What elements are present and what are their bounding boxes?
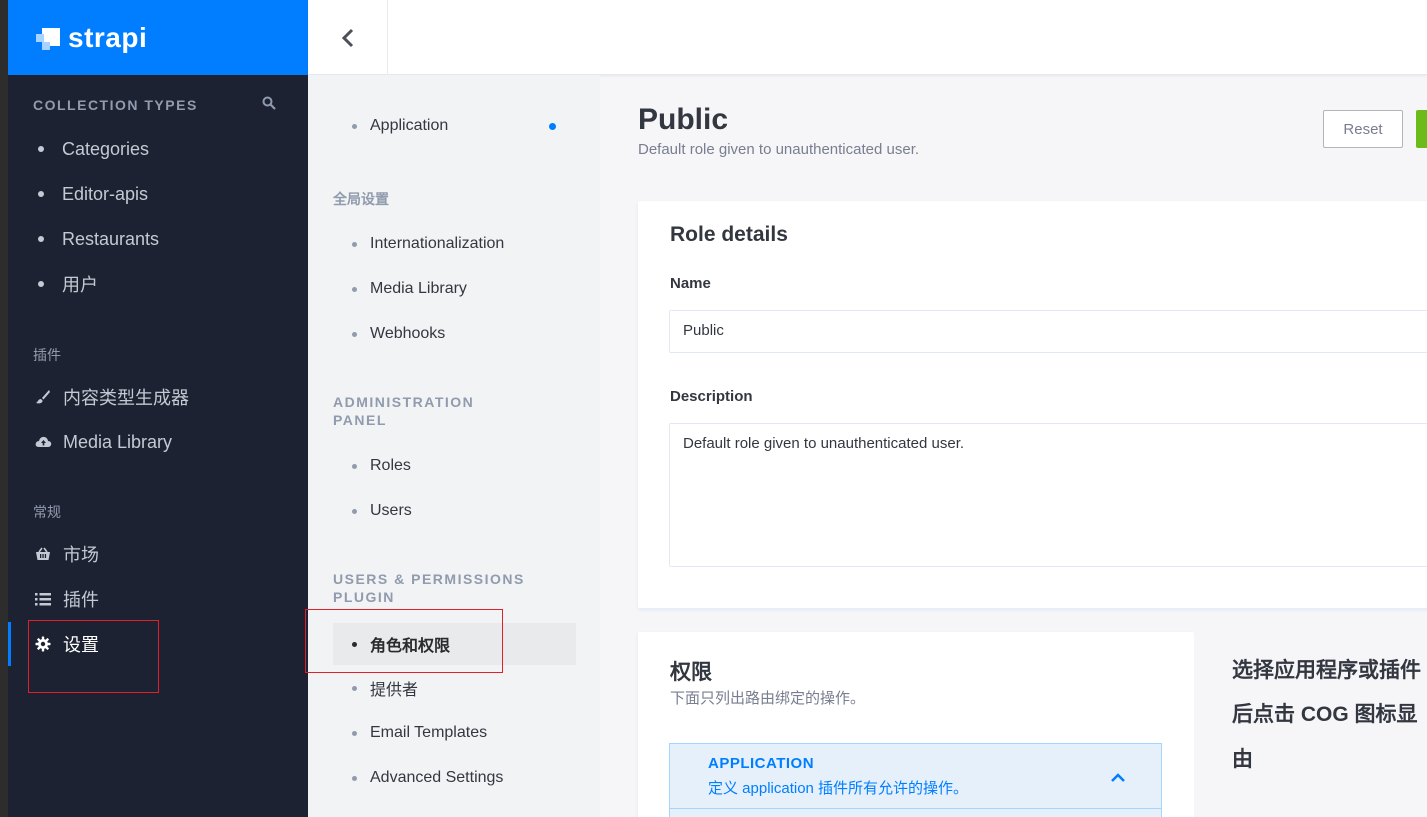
shopping-basket-icon (33, 544, 53, 564)
chevron-left-icon (341, 28, 353, 47)
brand-header[interactable]: strapi (8, 0, 308, 75)
sidebar-item-media-library[interactable]: Media Library (33, 427, 172, 457)
bullet-icon (38, 146, 44, 152)
highlight-box-settings (28, 620, 159, 693)
submenu-item-roles[interactable]: Roles (333, 446, 576, 486)
submenu-item-advanced-settings[interactable]: Advanced Settings (333, 758, 576, 798)
sidebar-item-label: Restaurants (62, 228, 160, 249)
accordion-description: 定义 application 插件所有允许的操作。 (708, 780, 969, 797)
submenu-item-label: Email Templates (370, 724, 488, 741)
top-header (308, 0, 1427, 75)
heading-line: USERS & PERMISSIONS (333, 571, 525, 587)
name-input[interactable]: Public (669, 310, 1427, 353)
sidebar-item-label: 市场 (63, 545, 99, 565)
strapi-logo-icon (34, 24, 62, 52)
sidebar-item-categories[interactable]: Categories (33, 134, 149, 164)
permissions-help-panel: 选择应用程序或插件 后点击 COG 图标显 由 (1194, 632, 1427, 817)
submenu-item-label: Application (370, 117, 449, 134)
bullet-icon (352, 730, 357, 736)
divider (670, 808, 1161, 809)
active-indicator (8, 622, 11, 666)
submenu-item-media-library[interactable]: Media Library (333, 269, 576, 309)
sidebar-item-label: 内容类型生成器 (63, 388, 189, 408)
submenu-item-email-templates[interactable]: Email Templates (333, 713, 576, 753)
users-permissions-heading: USERS & PERMISSIONS PLUGIN (333, 570, 525, 606)
sidebar-item-label: 用户 (62, 275, 98, 295)
submenu-item-label: Roles (370, 457, 411, 474)
description-label: Description (670, 388, 753, 405)
brush-icon (33, 387, 53, 407)
bullet-icon (352, 286, 357, 292)
role-details-title: Role details (670, 223, 788, 246)
sidebar-item-label: Categories (62, 138, 150, 159)
sidebar-item-restaurants[interactable]: Restaurants (33, 224, 159, 254)
notification-dot (549, 123, 556, 130)
main-sidebar: strapi COLLECTION TYPES Categories Edito… (8, 0, 308, 817)
help-text-line: 由 (1232, 748, 1253, 771)
role-details-card: Role details Name Public Description Def… (638, 201, 1427, 608)
back-button[interactable] (308, 0, 388, 75)
collection-types-heading: COLLECTION TYPES (33, 97, 198, 113)
cloud-upload-icon (33, 432, 53, 452)
highlight-box-roles-permissions (305, 609, 503, 673)
name-label: Name (670, 275, 711, 292)
submenu-item-label: Webhooks (370, 325, 446, 342)
submenu-item-label: 提供者 (370, 682, 419, 699)
bullet-icon (352, 775, 357, 781)
permissions-title: 权限 (670, 661, 712, 684)
page-subtitle: Default role given to unauthenticated us… (638, 141, 920, 158)
accordion-title: APPLICATION (708, 755, 815, 772)
global-settings-heading: 全局设置 (333, 191, 389, 207)
heading-line: PANEL (333, 412, 387, 428)
submenu-item-label: Media Library (370, 280, 467, 297)
bullet-icon (352, 241, 357, 247)
admin-panel-heading: ADMINISTRATION PANEL (333, 393, 474, 429)
sidebar-item-marketplace[interactable]: 市场 (33, 539, 99, 569)
heading-line: ADMINISTRATION (333, 394, 475, 410)
settings-submenu: Application 全局设置 Internationalization Me… (308, 75, 600, 817)
page-title: Public (638, 103, 729, 136)
plugins-heading: 插件 (33, 347, 61, 363)
bullet-icon (38, 281, 44, 287)
submenu-item-label: Users (370, 502, 412, 519)
sidebar-item-label: 插件 (63, 590, 99, 610)
sidebar-item-content-type-builder[interactable]: 内容类型生成器 (33, 382, 189, 412)
heading-line: PLUGIN (333, 589, 395, 605)
application-accordion[interactable]: APPLICATION 定义 application 插件所有允许的操作。 (669, 743, 1162, 817)
save-button[interactable] (1416, 110, 1427, 148)
submenu-item-providers[interactable]: 提供者 (333, 668, 576, 708)
list-icon (33, 589, 53, 609)
sidebar-item-editor-apis[interactable]: Editor-apis (33, 179, 148, 209)
bullet-icon (352, 685, 357, 691)
brand-name: strapi (68, 21, 148, 53)
sidebar-item-users[interactable]: 用户 (33, 269, 98, 299)
sidebar-item-label: Editor-apis (62, 183, 149, 204)
help-text-line: 后点击 COG 图标显 (1232, 703, 1418, 726)
submenu-item-application[interactable]: Application (333, 106, 576, 146)
description-textarea[interactable]: Default role given to unauthenticated us… (669, 423, 1427, 567)
search-icon[interactable] (262, 96, 276, 110)
bullet-icon (352, 508, 357, 514)
bullet-icon (352, 123, 357, 129)
window-edge (0, 0, 8, 817)
submenu-item-internationalization[interactable]: Internationalization (333, 224, 576, 264)
help-text-line: 选择应用程序或插件 (1232, 659, 1421, 682)
sidebar-item-label: Media Library (63, 431, 173, 452)
general-heading: 常规 (33, 504, 61, 520)
main-content: Public Default role given to unauthentic… (600, 75, 1427, 817)
bullet-icon (38, 236, 44, 242)
sidebar-item-plugins[interactable]: 插件 (33, 584, 99, 614)
permissions-card: 权限 下面只列出路由绑定的操作。 APPLICATION 定义 applicat… (638, 632, 1194, 817)
submenu-item-label: Advanced Settings (370, 769, 504, 786)
bullet-icon (352, 331, 357, 337)
chevron-up-icon[interactable] (1108, 768, 1128, 788)
bullet-icon (352, 463, 357, 469)
permissions-subtitle: 下面只列出路由绑定的操作。 (670, 690, 866, 707)
submenu-item-webhooks[interactable]: Webhooks (333, 314, 576, 354)
reset-button[interactable]: Reset (1323, 110, 1403, 148)
submenu-item-label: Internationalization (370, 235, 505, 252)
bullet-icon (38, 191, 44, 197)
submenu-item-users[interactable]: Users (333, 491, 576, 531)
